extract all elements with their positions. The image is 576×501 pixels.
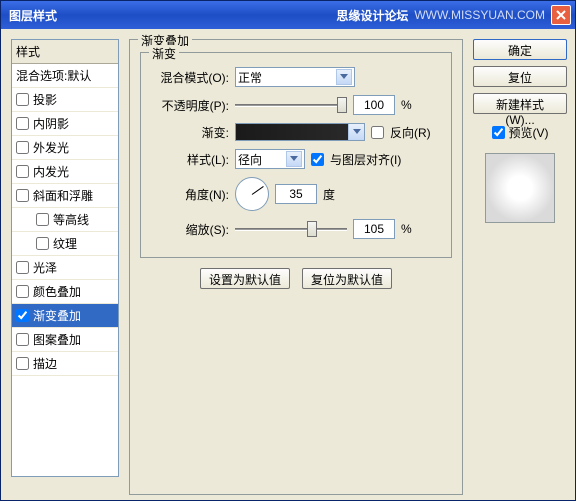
chevron-down-icon <box>336 69 352 85</box>
style-combo[interactable]: 径向 <box>235 149 305 169</box>
titlebar[interactable]: 图层样式 思缘设计论坛 WWW.MISSYUAN.COM <box>1 1 575 29</box>
percent-label: % <box>401 98 412 112</box>
contour-checkbox[interactable] <box>36 213 49 226</box>
blend-mode-label: 混合模式(O): <box>151 69 229 86</box>
opacity-label: 不透明度(P): <box>151 97 229 114</box>
angle-label: 角度(N): <box>151 186 229 203</box>
reset-default-button[interactable]: 复位为默认值 <box>302 268 392 289</box>
style-bevel[interactable]: 斜面和浮雕 <box>12 184 118 208</box>
style-color-overlay[interactable]: 颜色叠加 <box>12 280 118 304</box>
satin-checkbox[interactable] <box>16 261 29 274</box>
style-contour[interactable]: 等高线 <box>12 208 118 232</box>
preview-checkbox[interactable] <box>492 126 505 139</box>
layer-style-dialog: 图层样式 思缘设计论坛 WWW.MISSYUAN.COM 样式 混合选项:默认 … <box>0 0 576 501</box>
scale-slider[interactable] <box>235 219 347 239</box>
blend-options-row[interactable]: 混合选项:默认 <box>12 64 118 88</box>
watermark-text-1: 思缘设计论坛 <box>336 7 408 24</box>
close-button[interactable] <box>551 5 571 25</box>
style-outer-glow[interactable]: 外发光 <box>12 136 118 160</box>
style-inner-shadow[interactable]: 内阴影 <box>12 112 118 136</box>
watermark-text-2: WWW.MISSYUAN.COM <box>414 8 545 22</box>
gradient-group-title: 渐变 <box>149 45 179 62</box>
inner-glow-checkbox[interactable] <box>16 165 29 178</box>
style-list: 样式 混合选项:默认 投影 内阴影 外发光 内发光 斜面和浮雕 等高线 纹理 光… <box>11 39 119 477</box>
cancel-button[interactable]: 复位 <box>473 66 567 87</box>
angle-input[interactable] <box>275 184 317 204</box>
style-gradient-overlay[interactable]: 渐变叠加 <box>12 304 118 328</box>
align-checkbox[interactable] <box>311 153 324 166</box>
color-overlay-checkbox[interactable] <box>16 285 29 298</box>
opacity-slider[interactable] <box>235 95 347 115</box>
new-style-button[interactable]: 新建样式(W)... <box>473 93 567 114</box>
style-texture[interactable]: 纹理 <box>12 232 118 256</box>
close-icon <box>556 10 566 20</box>
gradient-label: 渐变: <box>151 124 229 141</box>
main-panel: 渐变叠加 渐变 混合模式(O): 正常 不透明度(P): <box>129 39 463 495</box>
percent-label-2: % <box>401 222 412 236</box>
drop-shadow-checkbox[interactable] <box>16 93 29 106</box>
ok-button[interactable]: 确定 <box>473 39 567 60</box>
scale-label: 缩放(S): <box>151 221 229 238</box>
style-stroke[interactable]: 描边 <box>12 352 118 376</box>
outer-glow-checkbox[interactable] <box>16 141 29 154</box>
stroke-checkbox[interactable] <box>16 357 29 370</box>
degree-label: 度 <box>323 186 335 203</box>
gradient-group: 渐变 混合模式(O): 正常 不透明度(P): <box>140 52 452 258</box>
blend-mode-combo[interactable]: 正常 <box>235 67 355 87</box>
gradient-overlay-checkbox[interactable] <box>16 309 29 322</box>
make-default-button[interactable]: 设置为默认值 <box>200 268 290 289</box>
inner-shadow-checkbox[interactable] <box>16 117 29 130</box>
preview-thumbnail <box>485 153 555 223</box>
bevel-checkbox[interactable] <box>16 189 29 202</box>
style-label: 样式(L): <box>151 151 229 168</box>
window-title: 图层样式 <box>9 7 57 24</box>
reverse-label: 反向(R) <box>390 124 431 141</box>
angle-dial[interactable] <box>235 177 269 211</box>
texture-checkbox[interactable] <box>36 237 49 250</box>
opacity-input[interactable] <box>353 95 395 115</box>
preview-label: 预览(V) <box>509 124 549 141</box>
scale-input[interactable] <box>353 219 395 239</box>
style-satin[interactable]: 光泽 <box>12 256 118 280</box>
chevron-down-icon <box>286 151 302 167</box>
reverse-checkbox[interactable] <box>371 126 384 139</box>
align-label: 与图层对齐(I) <box>330 151 401 168</box>
chevron-down-icon <box>348 124 364 140</box>
gradient-picker[interactable] <box>235 123 365 141</box>
style-drop-shadow[interactable]: 投影 <box>12 88 118 112</box>
style-inner-glow[interactable]: 内发光 <box>12 160 118 184</box>
style-pattern-overlay[interactable]: 图案叠加 <box>12 328 118 352</box>
pattern-overlay-checkbox[interactable] <box>16 333 29 346</box>
style-list-header[interactable]: 样式 <box>12 40 118 64</box>
